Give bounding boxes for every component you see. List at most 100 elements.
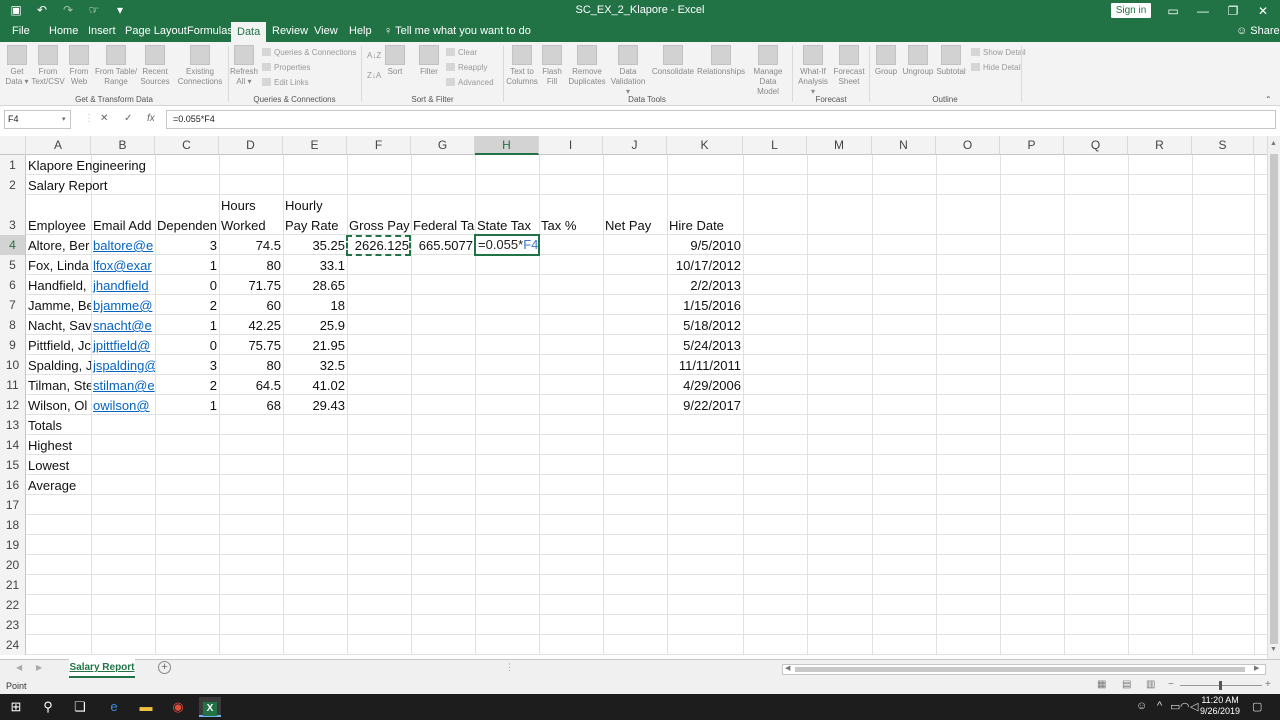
tray-overflow-icon[interactable]: ^ bbox=[1157, 700, 1162, 712]
tab-insert[interactable]: Insert bbox=[88, 25, 116, 37]
cell-employee-name[interactable]: Spalding, J bbox=[26, 355, 91, 375]
cell-a14[interactable]: Highest bbox=[26, 435, 91, 455]
tab-file[interactable]: File bbox=[12, 25, 30, 37]
row-header[interactable]: 11 bbox=[0, 375, 26, 395]
queries-connections-button[interactable]: Queries & Connections bbox=[262, 47, 356, 58]
scroll-up-icon[interactable]: ▲ bbox=[1270, 140, 1277, 147]
tab-home[interactable]: Home bbox=[49, 25, 78, 37]
column-header[interactable]: C bbox=[155, 136, 219, 155]
cell-email-link[interactable]: stilman@e bbox=[91, 375, 155, 395]
column-header[interactable]: P bbox=[1000, 136, 1064, 155]
zoom-in-icon[interactable]: + bbox=[1265, 679, 1271, 690]
add-sheet-icon[interactable]: + bbox=[158, 661, 171, 674]
zoom-out-icon[interactable]: − bbox=[1168, 679, 1174, 690]
row-header[interactable]: 16 bbox=[0, 475, 26, 495]
cell-a13[interactable]: Totals bbox=[26, 415, 91, 435]
column-header[interactable]: F bbox=[347, 136, 411, 155]
next-sheet-icon[interactable]: ▶ bbox=[36, 663, 42, 672]
cell-pay-rate[interactable]: 28.65 bbox=[283, 275, 347, 295]
cell-a15[interactable]: Lowest bbox=[26, 455, 91, 475]
cell-a1[interactable]: Klapore Engineering bbox=[26, 155, 148, 175]
cell-employee-name[interactable]: Altore, Ber bbox=[26, 235, 91, 255]
row-header[interactable]: 21 bbox=[0, 575, 26, 595]
volume-icon[interactable]: ◁ bbox=[1190, 700, 1198, 713]
cell-k3[interactable]: Hire Date bbox=[667, 215, 743, 235]
column-header[interactable]: S bbox=[1192, 136, 1254, 155]
remove-duplicates-button[interactable]: Remove Duplicates bbox=[566, 45, 608, 87]
cell-h3[interactable]: State Tax bbox=[475, 215, 539, 235]
share-button[interactable]: ☺ Share bbox=[1236, 25, 1280, 37]
windows-start-icon[interactable]: ⊞ bbox=[5, 697, 27, 717]
file-explorer-icon[interactable]: ▬ bbox=[135, 697, 157, 717]
name-box-dropdown-icon[interactable]: ▾ bbox=[62, 115, 66, 123]
cell-employee-name[interactable]: Wilson, Ol bbox=[26, 395, 91, 415]
name-box[interactable]: F4 bbox=[4, 110, 71, 129]
row-header[interactable]: 7 bbox=[0, 295, 26, 315]
sheet-tab-salary-report[interactable]: Salary Report bbox=[69, 659, 135, 678]
cell-hire-date[interactable]: 10/17/2012 bbox=[667, 255, 743, 275]
cell-hours[interactable]: 42.25 bbox=[219, 315, 283, 335]
cell-dependents[interactable]: 1 bbox=[155, 395, 219, 415]
cell-dependents[interactable]: 0 bbox=[155, 335, 219, 355]
sort-za-icon[interactable]: Z↓A bbox=[367, 70, 381, 81]
column-header[interactable]: G bbox=[411, 136, 475, 155]
row-header[interactable]: 23 bbox=[0, 615, 26, 635]
cell-hire-date[interactable]: 9/5/2010 bbox=[667, 235, 743, 255]
cell-dependents[interactable]: 3 bbox=[155, 355, 219, 375]
cell-hours[interactable]: 64.5 bbox=[219, 375, 283, 395]
tab-data[interactable]: Data bbox=[231, 22, 267, 42]
cell-hire-date[interactable]: 9/22/2017 bbox=[667, 395, 743, 415]
cell-a16[interactable]: Average bbox=[26, 475, 91, 495]
row-header[interactable]: 1 bbox=[0, 155, 26, 175]
scroll-right-icon[interactable]: ▶ bbox=[1254, 664, 1259, 672]
ribbon-display-options-icon[interactable]: ▭ bbox=[1161, 1, 1185, 21]
enter-icon[interactable]: ✓ bbox=[124, 113, 132, 124]
sort-az-icon[interactable]: A↓Z bbox=[367, 50, 381, 61]
column-header-selected[interactable]: H bbox=[475, 136, 539, 155]
cell-email-link[interactable]: baltore@e bbox=[91, 235, 155, 255]
cell-hire-date[interactable]: 1/15/2016 bbox=[667, 295, 743, 315]
cell-i3[interactable]: Tax % bbox=[539, 215, 603, 235]
worksheet-grid[interactable]: 1 Klapore Engineering 2 Salary Report 3 … bbox=[0, 155, 1267, 655]
column-header[interactable]: L bbox=[743, 136, 807, 155]
sort-button[interactable]: Sort bbox=[384, 45, 406, 77]
cell-hire-date[interactable]: 2/2/2013 bbox=[667, 275, 743, 295]
cell-employee-name[interactable]: Fox, Linda bbox=[26, 255, 91, 275]
row-header[interactable]: 19 bbox=[0, 535, 26, 555]
formula-input[interactable]: =0.055*F4 bbox=[166, 110, 1276, 129]
tab-review[interactable]: Review bbox=[272, 25, 308, 37]
task-view-icon[interactable]: ❏ bbox=[69, 697, 91, 717]
cell-email-link[interactable]: jspalding@ bbox=[91, 355, 155, 375]
cell-dependents[interactable]: 2 bbox=[155, 375, 219, 395]
cell-g4[interactable]: 665.5077 bbox=[411, 235, 475, 255]
cell-hire-date[interactable]: 11/11/2011 bbox=[667, 355, 743, 375]
tell-me-search[interactable]: ♀ Tell me what you want to do bbox=[384, 25, 531, 37]
consolidate-button[interactable]: Consolidate bbox=[650, 45, 696, 77]
cell-pay-rate[interactable]: 25.9 bbox=[283, 315, 347, 335]
advanced-button[interactable]: Advanced bbox=[446, 77, 494, 88]
sign-in-button[interactable]: Sign in bbox=[1111, 3, 1151, 18]
hscroll-thumb[interactable] bbox=[795, 667, 1245, 672]
flash-fill-button[interactable]: Flash Fill bbox=[541, 45, 563, 87]
cell-d3[interactable]: Worked bbox=[219, 215, 283, 235]
prev-sheet-icon[interactable]: ◀ bbox=[16, 663, 22, 672]
column-header[interactable]: E bbox=[283, 136, 347, 155]
data-validation-button[interactable]: Data Validation ▾ bbox=[610, 45, 646, 97]
cancel-icon[interactable]: ✕ bbox=[100, 113, 108, 124]
from-table-button[interactable]: From Table/ Range bbox=[93, 45, 139, 87]
tab-split-handle[interactable]: ⋮ bbox=[505, 662, 514, 673]
tab-help[interactable]: Help bbox=[349, 25, 372, 37]
row-header[interactable]: 13 bbox=[0, 415, 26, 435]
network-icon[interactable]: ◠ bbox=[1180, 700, 1190, 713]
row-header[interactable]: 17 bbox=[0, 495, 26, 515]
system-clock[interactable]: 11:20 AM 9/26/2019 bbox=[1200, 695, 1240, 717]
properties-button[interactable]: Properties bbox=[262, 62, 310, 73]
existing-connections-button[interactable]: Existing Connections bbox=[175, 45, 225, 87]
cell-dependents[interactable]: 3 bbox=[155, 235, 219, 255]
cell-e2[interactable]: Hourly bbox=[283, 195, 347, 215]
row-header[interactable]: 5 bbox=[0, 255, 26, 275]
relationships-button[interactable]: Relationships bbox=[696, 45, 746, 77]
text-to-columns-button[interactable]: Text to Columns bbox=[505, 45, 539, 87]
cell-hire-date[interactable]: 5/24/2013 bbox=[667, 335, 743, 355]
cell-hours[interactable]: 68 bbox=[219, 395, 283, 415]
